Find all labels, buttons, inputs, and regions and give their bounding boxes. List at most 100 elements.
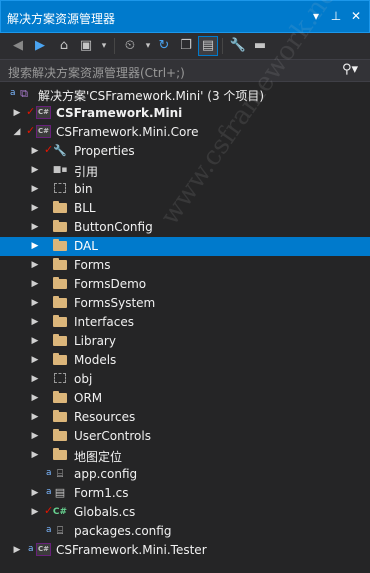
expand-icon[interactable]: ▶ xyxy=(30,240,40,252)
folder-icon xyxy=(53,391,67,403)
search-box[interactable]: 搜索解决方案资源管理器(Ctrl+;) ⚲▾ xyxy=(0,59,370,82)
show-all-files-icon[interactable]: ▤ xyxy=(198,36,218,56)
refresh-icon[interactable]: ↻ xyxy=(154,36,174,56)
expand-icon[interactable]: ▶ xyxy=(30,278,40,290)
expand-icon[interactable]: ▶ xyxy=(12,544,22,556)
history-icon[interactable]: ⏲ xyxy=(120,36,140,56)
tree-row-project[interactable]: ▶ a C# CSFramework.Mini.Tester xyxy=(0,541,370,560)
tree-row-folder-selected[interactable]: ▶ DAL xyxy=(0,237,370,256)
expand-icon[interactable]: ▶ xyxy=(30,449,40,461)
collapse-icon[interactable]: ◢ xyxy=(12,126,22,138)
expand-icon[interactable]: ▶ xyxy=(30,411,40,423)
tree-row-file[interactable]: ▶ a ▤ Form1.cs xyxy=(0,484,370,503)
tree-row-folder[interactable]: ▶ FormsDemo xyxy=(0,275,370,294)
home-icon[interactable]: ⌂ xyxy=(54,36,74,56)
csharp-project-icon: C# xyxy=(36,106,51,119)
folder-icon xyxy=(53,296,67,308)
config-file-icon: ⌸ xyxy=(56,524,64,537)
tree-label: Globals.cs xyxy=(74,505,136,519)
tree-label: app.config xyxy=(74,467,138,481)
tree-label: Resources xyxy=(74,410,136,424)
search-input[interactable]: 搜索解决方案资源管理器(Ctrl+;) xyxy=(8,64,185,81)
expand-icon[interactable]: ▶ xyxy=(30,430,40,442)
switch-views-dropdown-icon[interactable]: ▾ xyxy=(94,36,114,56)
tree-label: CSFramework.Mini xyxy=(56,106,183,120)
folder-icon xyxy=(53,201,67,213)
tree-row-folder[interactable]: ▶ Resources xyxy=(0,408,370,427)
source-control-icon: a xyxy=(46,487,52,497)
tree-label: 地图定位 xyxy=(74,450,123,464)
folder-icon xyxy=(53,334,67,346)
expand-icon[interactable]: ▶ xyxy=(30,164,40,176)
folder-icon xyxy=(53,258,67,270)
tree-row-file[interactable]: a ⌸ app.config xyxy=(0,465,370,484)
tree-label: 引用 xyxy=(74,165,99,179)
csharp-file-icon: C# xyxy=(52,507,68,517)
folder-icon xyxy=(53,448,67,460)
tree-label: FormsSystem xyxy=(74,296,156,310)
checkmark-icon: ✓ xyxy=(26,124,36,137)
expand-icon[interactable]: ▶ xyxy=(30,506,40,518)
tree-row-folder[interactable]: ▶ Forms xyxy=(0,256,370,275)
expand-icon[interactable]: ▶ xyxy=(30,145,40,157)
source-control-icon: a xyxy=(10,88,16,98)
expand-icon[interactable]: ▶ xyxy=(12,107,22,119)
folder-icon xyxy=(53,220,67,232)
expand-icon[interactable]: ▶ xyxy=(30,202,40,214)
expand-icon[interactable]: ▶ xyxy=(30,373,40,385)
config-file-icon: ⌸ xyxy=(56,467,64,480)
tree-row-folder[interactable]: ▶ ORM xyxy=(0,389,370,408)
expand-icon[interactable]: ▶ xyxy=(30,316,40,328)
forward-icon[interactable]: ▶ xyxy=(30,36,50,56)
tree-row-project[interactable]: ▶ ✓ C# CSFramework.Mini xyxy=(0,104,370,123)
properties-icon[interactable]: 🔧 xyxy=(228,36,248,56)
wrench-icon: 🔧 xyxy=(53,144,67,157)
hidden-folder-icon xyxy=(54,183,66,193)
back-icon[interactable]: ◀ xyxy=(8,36,28,56)
tree-row-folder[interactable]: ▶ Library xyxy=(0,332,370,351)
expand-icon[interactable]: ▶ xyxy=(30,259,40,271)
close-icon[interactable]: ✕ xyxy=(349,8,363,24)
tree-label: FormsDemo xyxy=(74,277,147,291)
search-icon[interactable]: ⚲▾ xyxy=(342,62,358,77)
tree-label: Interfaces xyxy=(74,315,134,329)
tree-label: CSFramework.Mini.Tester xyxy=(56,543,207,557)
source-control-icon: a xyxy=(46,468,52,478)
tree-row-file[interactable]: a ⌸ packages.config xyxy=(0,522,370,541)
solution-icon: ⧉ xyxy=(20,87,28,100)
tree-label: ButtonConfig xyxy=(74,220,153,234)
checkmark-icon: ✓ xyxy=(26,105,36,118)
tree-label: packages.config xyxy=(74,524,172,538)
tree-label: UserControls xyxy=(74,429,151,443)
csharp-project-icon: C# xyxy=(36,543,51,556)
tree-label: obj xyxy=(74,372,93,386)
tree-row-folder[interactable]: ▶ Interfaces xyxy=(0,313,370,332)
collapse-all-icon[interactable]: ❐ xyxy=(176,36,196,56)
tree-label: bin xyxy=(74,182,93,196)
tree-row-folder[interactable]: ▶ FormsSystem xyxy=(0,294,370,313)
expand-icon[interactable]: ▶ xyxy=(30,297,40,309)
references-icon: ■▪ xyxy=(52,165,68,175)
switch-views-icon[interactable]: ▣ xyxy=(76,36,96,56)
tree-row-folder[interactable]: ▶ obj xyxy=(0,370,370,389)
tree-row-project[interactable]: ◢ ✓ C# CSFramework.Mini.Core xyxy=(0,123,370,142)
form-file-icon: ▤ xyxy=(54,486,66,499)
tree-label: BLL xyxy=(74,201,96,215)
expand-icon[interactable]: ▶ xyxy=(30,392,40,404)
expand-icon[interactable]: ▶ xyxy=(30,354,40,366)
tree-row-file[interactable]: ▶ ✓ C# Globals.cs xyxy=(0,503,370,522)
folder-icon xyxy=(53,410,67,422)
tree-row-folder[interactable]: ▶ UserControls xyxy=(0,427,370,446)
tree-row-solution[interactable]: a ⧉ 解决方案'CSFramework.Mini' (3 个项目) xyxy=(0,85,370,104)
expand-icon[interactable]: ▶ xyxy=(30,221,40,233)
tree-label: Library xyxy=(74,334,116,348)
source-control-icon: a xyxy=(28,544,34,554)
expand-icon[interactable]: ▶ xyxy=(30,183,40,195)
tree-row-folder[interactable]: ▶ 地图定位 xyxy=(0,446,370,465)
expand-icon[interactable]: ▶ xyxy=(30,487,40,499)
tree-row-folder[interactable]: ▶ Models xyxy=(0,351,370,370)
folder-icon xyxy=(53,353,67,365)
tree-label: CSFramework.Mini.Core xyxy=(56,125,199,139)
tree-label: Forms xyxy=(74,258,111,272)
expand-icon[interactable]: ▶ xyxy=(30,335,40,347)
